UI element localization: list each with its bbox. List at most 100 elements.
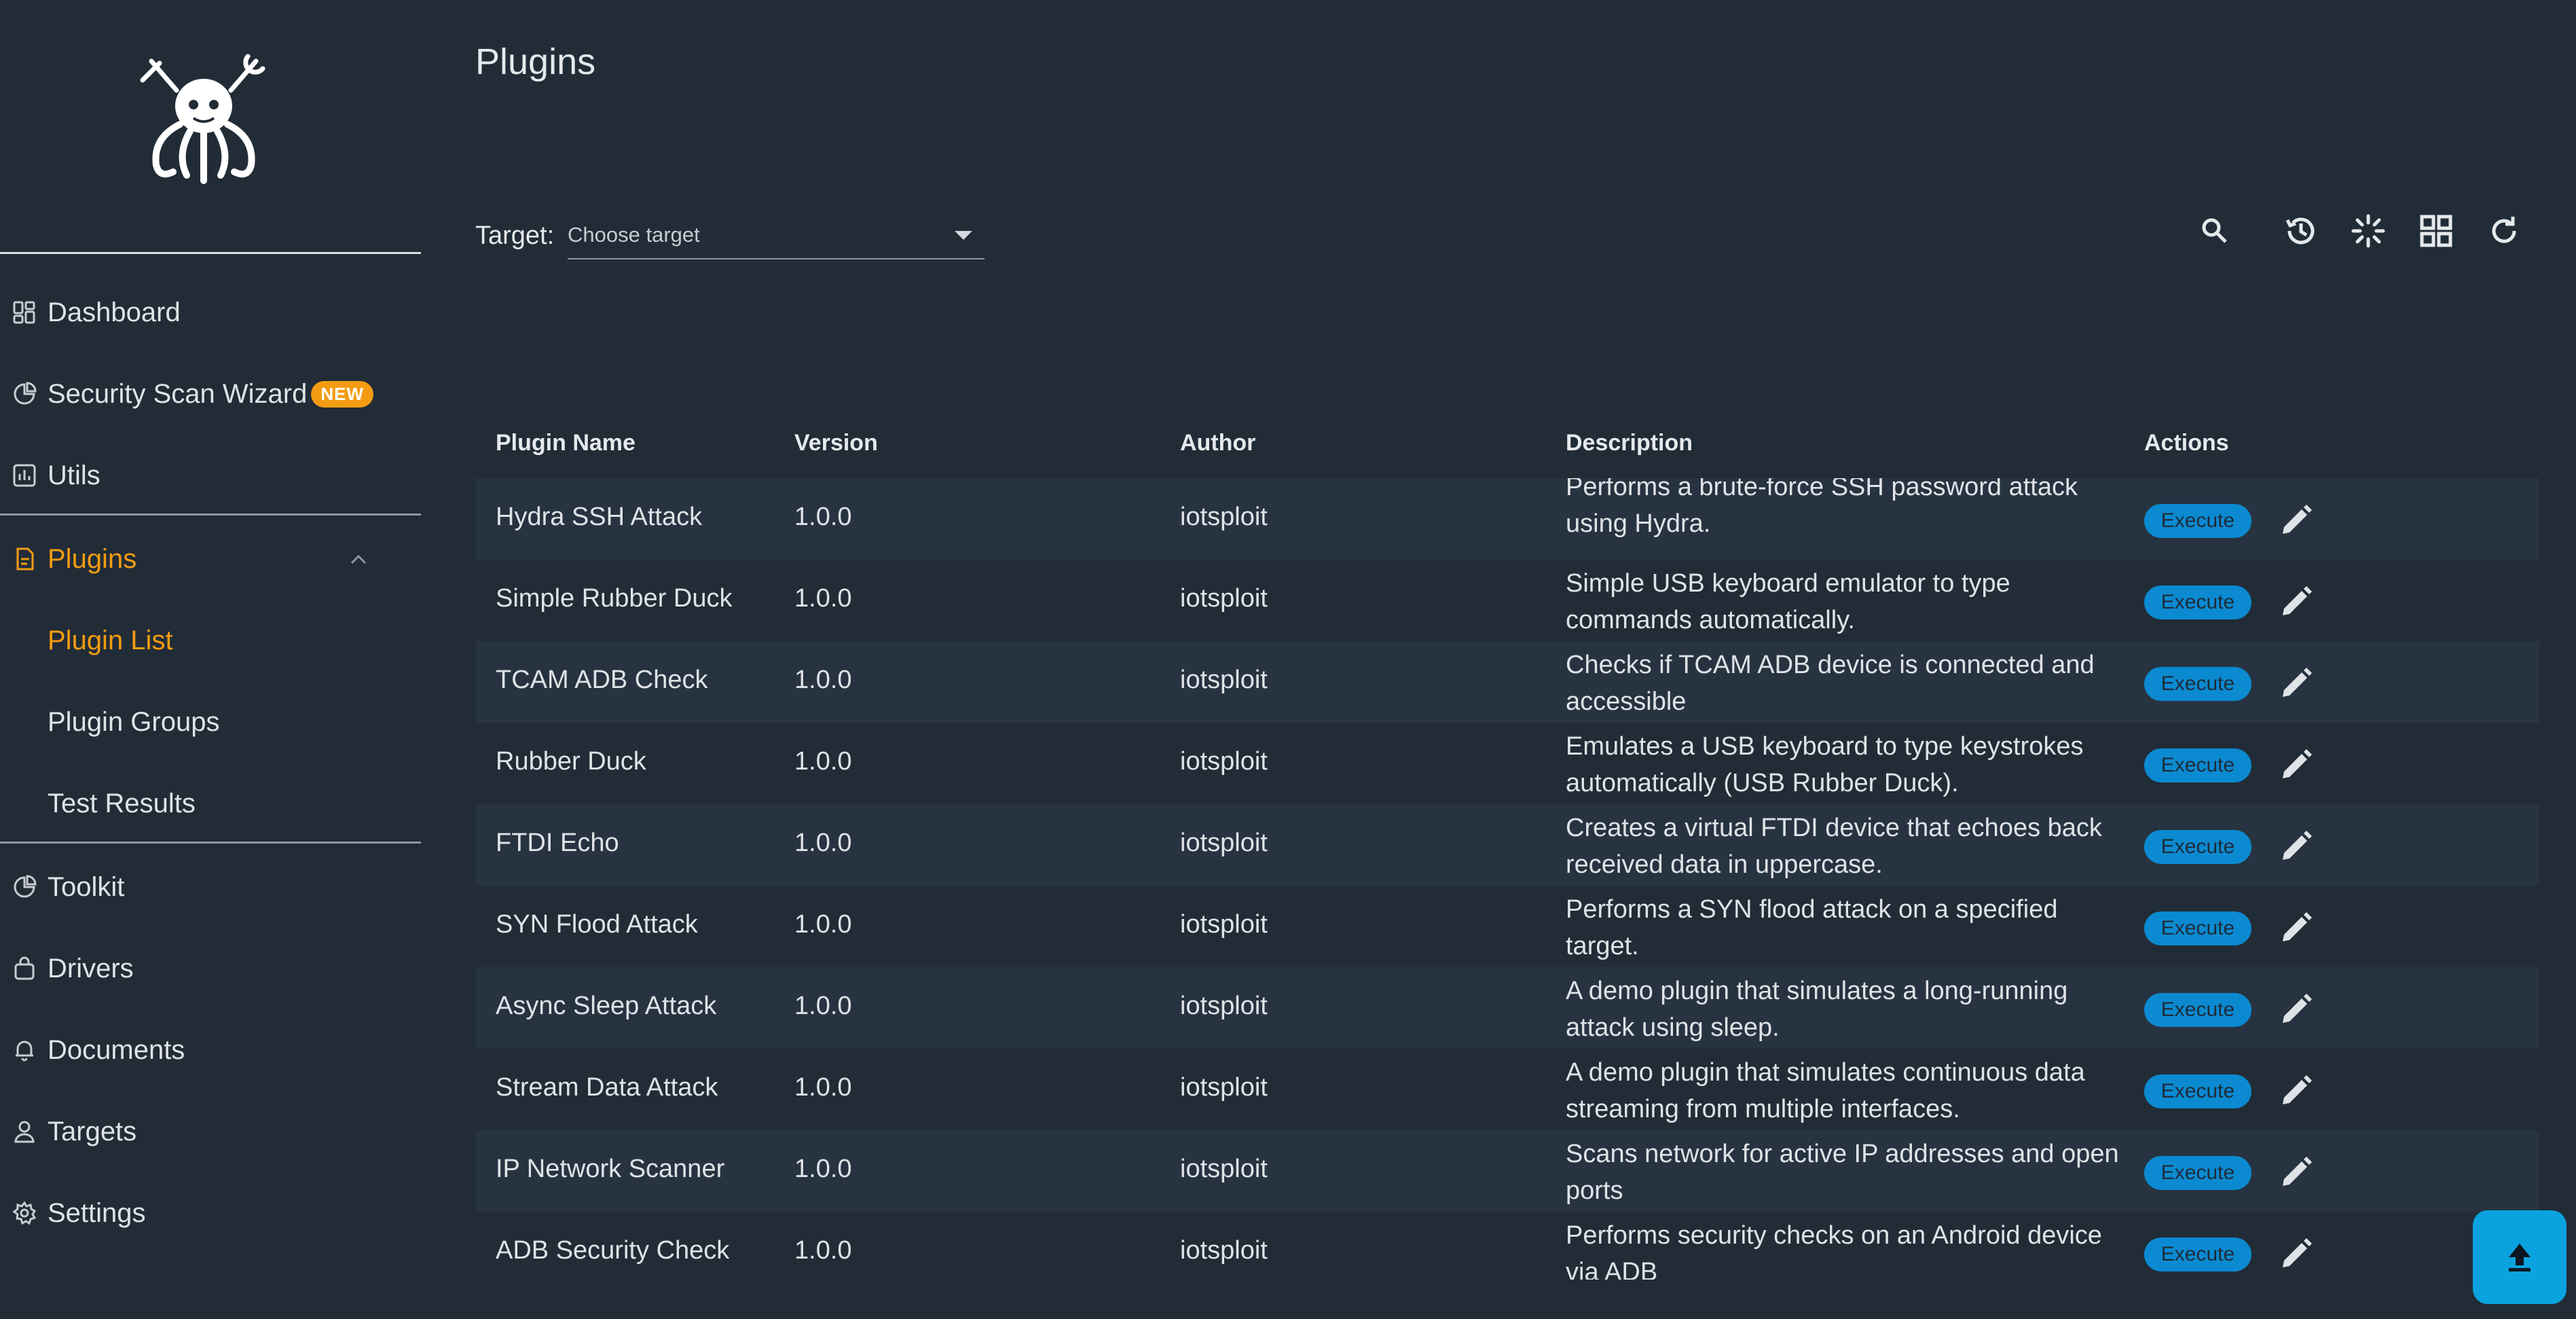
nav-toolkit[interactable]: Toolkit [0,853,421,921]
nav-dashboard[interactable]: Dashboard [0,278,421,346]
grid-icon[interactable] [2416,211,2457,251]
pie-chart-icon [11,380,38,408]
table-row: TCAM ADB Check 1.0.0 iotsploit Checks if… [475,641,2539,723]
version-cell: 1.0.0 [794,747,852,776]
version-cell: 1.0.0 [794,992,852,1020]
nav-drivers[interactable]: Drivers [0,935,421,1002]
plugin-name-cell: Simple Rubber Duck [496,584,733,613]
execute-button[interactable]: Execute [2144,1156,2251,1190]
table-body: Hydra SSH Attack 1.0.0 iotsploit Perform… [475,478,2539,1280]
gear-icon [11,1199,38,1227]
description-cell: Performs a SYN flood attack on a specifi… [1566,895,2058,960]
table-row: Hydra SSH Attack 1.0.0 iotsploit Perform… [475,478,2539,560]
upload-button[interactable] [2473,1210,2566,1304]
refresh-icon[interactable] [2484,211,2524,251]
version-cell: 1.0.0 [794,666,852,694]
pencil-icon[interactable] [2277,584,2314,621]
pencil-icon[interactable] [2277,503,2314,539]
nav-label: Dashboard [48,297,181,327]
version-cell: 1.0.0 [794,1236,852,1265]
sidebar: Dashboard Security Scan Wizard NEW Utils… [0,0,421,1319]
plugin-name-cell: Hydra SSH Attack [496,503,703,531]
pencil-icon[interactable] [2277,910,2314,947]
chevron-up-icon[interactable] [345,545,372,573]
pencil-icon[interactable] [2277,1073,2314,1110]
nav-label: Documents [48,1034,185,1065]
nav-targets[interactable]: Targets [0,1098,421,1166]
version-cell: 1.0.0 [794,910,852,939]
target-select[interactable]: Choose target [568,212,985,259]
nav-label: Drivers [48,953,134,983]
page-title: Plugins [475,41,596,82]
caret-down-icon [955,231,972,240]
pie-chart-icon [11,873,38,901]
execute-button[interactable]: Execute [2144,1074,2251,1108]
plugin-name-cell: FTDI Echo [496,829,619,857]
nav-label: Toolkit [48,871,125,902]
author-cell: iotsploit [1180,503,1268,531]
author-cell: iotsploit [1180,992,1268,1020]
bar-chart-icon [11,462,38,489]
table-row: IP Network Scanner 1.0.0 iotsploit Scans… [475,1130,2539,1212]
description-cell: Creates a virtual FTDI device that echoe… [1566,814,2102,879]
app-root: Dashboard Security Scan Wizard NEW Utils… [0,0,2576,1319]
pencil-icon[interactable] [2277,666,2314,702]
target-label: Target: [475,221,555,250]
execute-button[interactable]: Execute [2144,504,2251,538]
execute-button[interactable]: Execute [2144,1237,2251,1271]
execute-button[interactable]: Execute [2144,911,2251,945]
divider [0,513,421,516]
description-cell: A demo plugin that simulates continuous … [1566,1058,2085,1123]
author-cell: iotsploit [1180,1236,1268,1265]
column-header-author[interactable]: Author [1180,430,1255,456]
description-cell: Emulates a USB keyboard to type keystrok… [1566,732,2084,797]
execute-button[interactable]: Execute [2144,667,2251,701]
description-cell: Scans network for active IP addresses an… [1566,1140,2119,1205]
table-row: Stream Data Attack 1.0.0 iotsploit A dem… [475,1049,2539,1130]
execute-button[interactable]: Execute [2144,830,2251,864]
plugin-name-cell: Rubber Duck [496,747,646,776]
octopus-logo-icon [140,54,265,184]
pencil-icon[interactable] [2277,747,2314,784]
version-cell: 1.0.0 [794,1155,852,1183]
nav-security-scan-wizard[interactable]: Security Scan Wizard NEW [0,360,421,428]
subnav-test-results[interactable]: Test Results [0,770,421,837]
author-cell: iotsploit [1180,1073,1268,1102]
execute-button[interactable]: Execute [2144,585,2251,619]
nav-label: Utils [48,460,100,490]
nav-label: Targets [48,1116,137,1146]
description-cell: A demo plugin that simulates a long-runn… [1566,977,2068,1042]
subnav-plugin-groups[interactable]: Plugin Groups [0,688,421,756]
author-cell: iotsploit [1180,666,1268,694]
subnav-plugin-list[interactable]: Plugin List [0,607,421,674]
search-icon[interactable] [2194,211,2235,251]
nav-label: Settings [48,1197,146,1228]
table-row: SYN Flood Attack 1.0.0 iotsploit Perform… [475,886,2539,967]
column-header-actions: Actions [2144,429,2229,456]
pencil-icon[interactable] [2277,1155,2314,1191]
author-cell: iotsploit [1180,747,1268,776]
nav-settings[interactable]: Settings [0,1179,421,1247]
nav-documents[interactable]: Documents [0,1016,421,1084]
history-icon[interactable] [2280,211,2321,251]
plugin-name-cell: Stream Data Attack [496,1073,718,1102]
execute-button[interactable]: Execute [2144,993,2251,1027]
column-header-version[interactable]: Version [794,430,878,456]
author-cell: iotsploit [1180,584,1268,613]
pencil-icon[interactable] [2277,992,2314,1028]
column-header-plugin-name[interactable]: Plugin Name [496,430,636,456]
pencil-icon[interactable] [2277,1236,2314,1273]
author-cell: iotsploit [1180,829,1268,857]
pencil-icon[interactable] [2277,829,2314,865]
execute-button[interactable]: Execute [2144,748,2251,782]
nav-utils[interactable]: Utils [0,441,421,509]
table-header: Plugin Name Version Author Description A… [475,408,2539,478]
target-select-placeholder: Choose target [568,223,700,247]
loading-icon[interactable] [2348,211,2389,251]
column-header-description[interactable]: Description [1566,430,1693,456]
description-cell: Performs a brute-force SSH password atta… [1566,478,2078,538]
version-cell: 1.0.0 [794,1073,852,1102]
nav-plugins[interactable]: Plugins [0,525,421,593]
file-icon [11,545,38,573]
bag-icon [11,955,38,982]
